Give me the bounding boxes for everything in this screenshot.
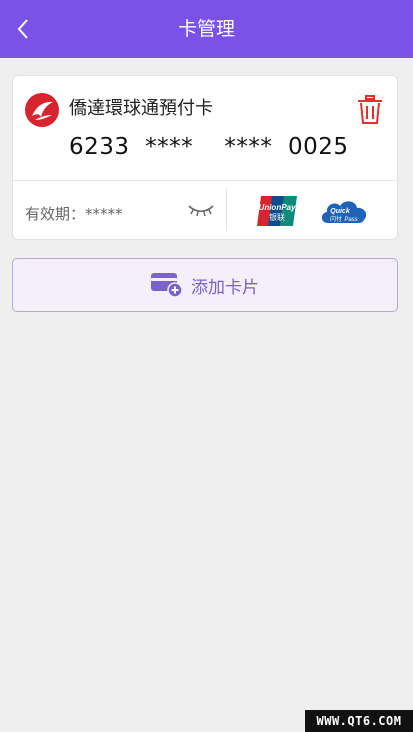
watermark: WWW.QT6.COM	[305, 710, 413, 732]
eye-closed-icon[interactable]	[187, 202, 215, 218]
card-divider	[13, 180, 397, 181]
add-card-icon	[151, 273, 183, 298]
svg-text:闪付: 闪付	[330, 215, 342, 223]
bank-card[interactable]: 僑達環球通預付卡 6233 **** **** 0025 有效期：***** U…	[12, 75, 398, 240]
page-title: 卡管理	[177, 18, 235, 40]
divider	[226, 189, 227, 231]
card-number: 6233 **** **** 0025	[69, 134, 349, 160]
bank-logo-icon	[25, 93, 59, 127]
quickpass-logo-icon: Quick 闪付 Pass	[321, 201, 367, 223]
trash-icon[interactable]	[357, 95, 383, 125]
add-card-button[interactable]: 添加卡片	[12, 258, 398, 312]
svg-text:Quick: Quick	[330, 208, 351, 215]
svg-text:UnionPay: UnionPay	[259, 203, 296, 212]
unionpay-logo-icon: UnionPay 银联	[257, 196, 297, 226]
chevron-left-icon	[17, 19, 28, 39]
svg-text:银联: 银联	[269, 212, 285, 222]
app-header: 卡管理	[0, 0, 413, 58]
svg-text:Pass: Pass	[344, 217, 357, 223]
card-validity: 有效期：*****	[25, 205, 123, 223]
bank-name: 僑達環球通預付卡	[69, 98, 213, 119]
add-card-label: 添加卡片	[191, 277, 259, 298]
back-button[interactable]	[8, 14, 38, 44]
